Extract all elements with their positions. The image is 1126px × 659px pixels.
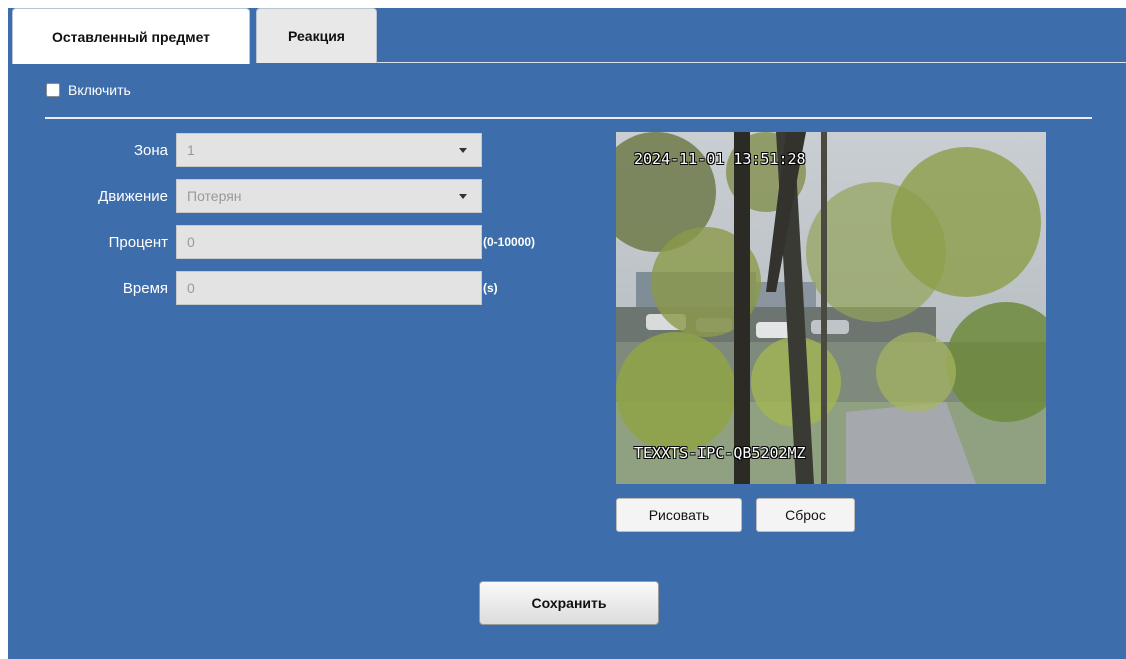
save-button[interactable]: Сохранить [479,581,659,625]
percent-label: Процент [108,234,168,251]
chevron-down-icon [459,194,467,199]
enable-label: Включить [68,82,131,98]
zone-value: 1 [187,142,195,158]
motion-label: Движение [98,188,168,205]
time-value: 0 [187,280,195,296]
tab-reaction[interactable]: Реакция [256,8,377,63]
percent-hint: (0-10000) [483,235,536,249]
draw-button[interactable]: Рисовать [616,498,742,532]
time-label: Время [122,280,168,297]
time-hint: (s) [483,281,498,295]
enable-checkbox[interactable] [46,83,60,97]
tab-left-object[interactable]: Оставленный предмет [12,8,250,64]
section-divider [45,117,1092,119]
enable-row[interactable]: Включить [46,82,131,98]
zone-select[interactable]: 1 [176,133,482,167]
reset-button[interactable]: Сброс [756,498,855,532]
time-input[interactable]: 0 [176,271,482,305]
video-timestamp: 2024-11-01 13:51:28 [634,150,806,168]
chevron-down-icon [459,148,467,153]
motion-value: Потерян [187,188,242,204]
video-preview[interactable]: 2024-11-01 13:51:28 TEXXTS-IPC-QB5202MZ [616,132,1046,484]
tab-divider [377,62,1126,63]
video-camera-name: TEXXTS-IPC-QB5202MZ [634,444,806,462]
percent-value: 0 [187,234,195,250]
motion-select[interactable]: Потерян [176,179,482,213]
zone-label: Зона [133,142,168,159]
percent-input[interactable]: 0 [176,225,482,259]
camera-scene [616,132,1046,484]
